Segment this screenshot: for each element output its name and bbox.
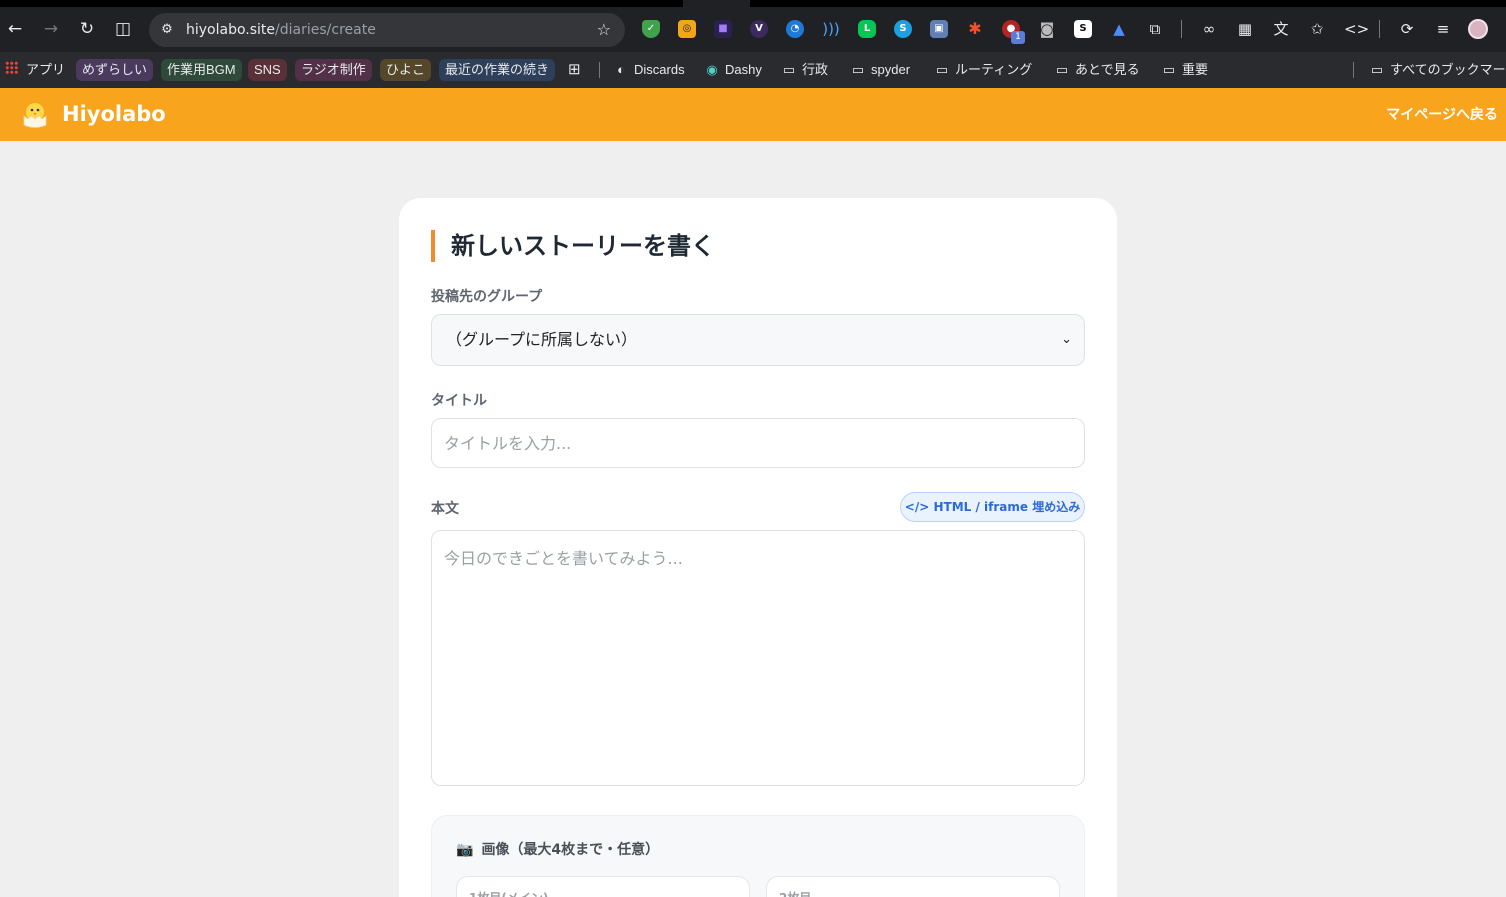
page-title: 新しいストーリーを書く (431, 230, 715, 262)
dashy-icon: ◉ (706, 62, 718, 77)
translate-icon[interactable]: 文 (1272, 20, 1290, 38)
chick-logo-icon (23, 103, 47, 128)
bookmark-all[interactable]: ▭ すべてのブックマーク (1370, 59, 1506, 81)
group-select-value: （グループに所属しない） (446, 330, 638, 349)
purple-extension-icon[interactable]: ■ (714, 20, 732, 38)
url-text[interactable]: hiyolabo.site/diaries/create (186, 21, 376, 39)
globe-icon: ◐ (617, 62, 625, 77)
code-icon[interactable]: <> (1344, 20, 1369, 38)
shield-extension-icon[interactable]: ✓ (642, 20, 660, 38)
bookmark-label: すべてのブックマーク (1390, 62, 1506, 77)
create-story-card: 新しいストーリーを書く 投稿先のグループ （グループに所属しない） ⌄ タイトル… (399, 198, 1117, 897)
folder-icon: ▭ (1055, 62, 1069, 77)
bookmark-label: ルーティング (955, 62, 1033, 77)
reload-icon[interactable]: ↻ (75, 17, 99, 41)
shazam-extension-icon[interactable]: S (894, 20, 912, 38)
extensions-puzzle-icon[interactable]: ⧉ (1146, 20, 1164, 38)
bookmark-label: 重要 (1182, 62, 1209, 77)
group-label: 投稿先のグループ (431, 289, 543, 305)
bookmark-divider (599, 62, 600, 78)
bookmark-label: 行政 (802, 62, 829, 77)
bookmarks-bar: アプリ めずらしい 作業用BGM SNS ラジオ制作 ひよこ 最近の作業の続き … (0, 52, 1506, 88)
vs-extension-icon[interactable]: V (750, 20, 768, 38)
body-label: 本文 (431, 501, 459, 517)
blue-swirl-extension-icon[interactable]: ◔ (786, 20, 804, 38)
toolbar-divider (1181, 20, 1182, 38)
image-slot-label: 1枚目(メイン) (469, 889, 548, 897)
drop-extension-icon[interactable]: ▲ (1110, 20, 1128, 38)
browser-toolbar: ← → ↻ ◫ ⚙ hiyolabo.site/diaries/create ☆… (0, 0, 1506, 52)
puzzle-color-extension-icon[interactable]: ✱ (966, 20, 984, 38)
bookmark-label: spyder (871, 62, 911, 77)
bookmark-dashy[interactable]: ◉ Dashy (705, 59, 762, 81)
code-icon: </> (904, 500, 934, 514)
body-textarea[interactable] (431, 530, 1085, 786)
folder-icon: ▭ (1370, 62, 1384, 77)
split-view-icon[interactable]: ◫ (111, 17, 135, 41)
folder-icon: ▭ (851, 62, 865, 77)
folder-icon: ▭ (1162, 62, 1176, 77)
favorites-icon[interactable]: ✩ (1308, 20, 1326, 38)
link-icon[interactable]: ∞ (1200, 20, 1218, 38)
bookmark-label: あとで見る (1075, 62, 1140, 77)
bookmark-folder[interactable]: ▭ 重要 (1162, 59, 1208, 81)
bookmark-folder-pill[interactable]: SNS (248, 59, 287, 81)
chevron-down-icon: ⌄ (1061, 332, 1072, 347)
bookmark-star-icon[interactable]: ☆ (597, 20, 611, 40)
bookmark-folder[interactable]: ▭ あとで見る (1055, 59, 1140, 81)
tab-strip (0, 0, 683, 7)
site-info-icon[interactable]: ⚙ (158, 21, 176, 39)
bookmark-apps[interactable]: アプリ (26, 59, 65, 81)
bookmark-label: Dashy (725, 62, 762, 77)
title-input[interactable] (431, 418, 1085, 468)
bookmark-discards[interactable]: ◐ Discards (614, 59, 685, 81)
bookmark-folder[interactable]: ▭ 行政 (782, 59, 828, 81)
media-queue-icon[interactable]: ≡ (1434, 20, 1452, 38)
profile-avatar[interactable] (1468, 19, 1488, 39)
site-header: Hiyolabo マイページへ戻る (0, 88, 1506, 141)
tab-strip (750, 0, 1506, 7)
camera-extension-icon[interactable]: ◙ (1038, 20, 1056, 38)
image-upload-section: 📷 画像（最大4枚まで・任意） 1枚目(メイン) 2枚目 (431, 815, 1085, 897)
bookmark-folder-pill[interactable]: ラジオ制作 (295, 59, 372, 81)
bookmark-divider (1353, 62, 1354, 78)
toolbar-divider (1379, 20, 1380, 38)
title-label: タイトル (431, 393, 487, 409)
mypage-link[interactable]: マイページへ戻る (1386, 105, 1498, 125)
extension-badge: 1 (1011, 31, 1025, 44)
url-host: hiyolabo.site (186, 22, 276, 38)
camera-icon: 📷 (456, 842, 474, 858)
image-section-title: 📷 画像（最大4枚まで・任意） (456, 841, 659, 859)
s-extension-icon[interactable]: S (1074, 20, 1092, 38)
image-slot-label: 2枚目 (779, 889, 811, 897)
bookmark-folder-pill[interactable]: 最近の作業の続き (439, 59, 556, 81)
qr-code-icon[interactable]: ▦ (1236, 20, 1254, 38)
folder-icon: ▭ (782, 62, 796, 77)
html-embed-button[interactable]: </> HTML / iframe 埋め込み (900, 492, 1085, 522)
orange-extension-icon[interactable]: ◎ (678, 20, 696, 38)
address-bar[interactable]: ⚙ hiyolabo.site/diaries/create ☆ (149, 13, 625, 47)
image-slot[interactable]: 2枚目 (766, 876, 1060, 897)
bookmark-folder-pill[interactable]: ひよこ (380, 59, 432, 81)
folder-icon: ▭ (935, 62, 949, 77)
bookmark-label: Discards (634, 62, 685, 77)
line-extension-icon[interactable]: L (858, 20, 876, 38)
back-icon[interactable]: ← (3, 17, 27, 41)
bookmark-folder[interactable]: ▭ ルーティング (935, 59, 1032, 81)
apps-icon (5, 61, 18, 74)
wave-extension-icon[interactable]: ))) (822, 20, 840, 38)
tab-groups-icon[interactable]: ⊞ (568, 59, 581, 81)
bookmark-folder-pill[interactable]: めずらしい (76, 59, 154, 81)
forward-icon[interactable]: → (39, 17, 63, 41)
url-path: /diaries/create (275, 22, 376, 38)
bookmark-folder-pill[interactable]: 作業用BGM (161, 59, 242, 81)
brand-name[interactable]: Hiyolabo (62, 101, 166, 127)
image-section-label: 画像（最大4枚まで・任意） (481, 842, 660, 858)
image-extension-icon[interactable]: ▣ (930, 20, 948, 38)
group-select[interactable]: （グループに所属しない） ⌄ (431, 314, 1085, 366)
html-embed-label: HTML / iframe 埋め込み (933, 500, 1081, 514)
image-slot[interactable]: 1枚目(メイン) (456, 876, 750, 897)
bookmark-folder[interactable]: ▭ spyder (851, 59, 910, 81)
refresh-circle-icon[interactable]: ⟳ (1398, 20, 1416, 38)
